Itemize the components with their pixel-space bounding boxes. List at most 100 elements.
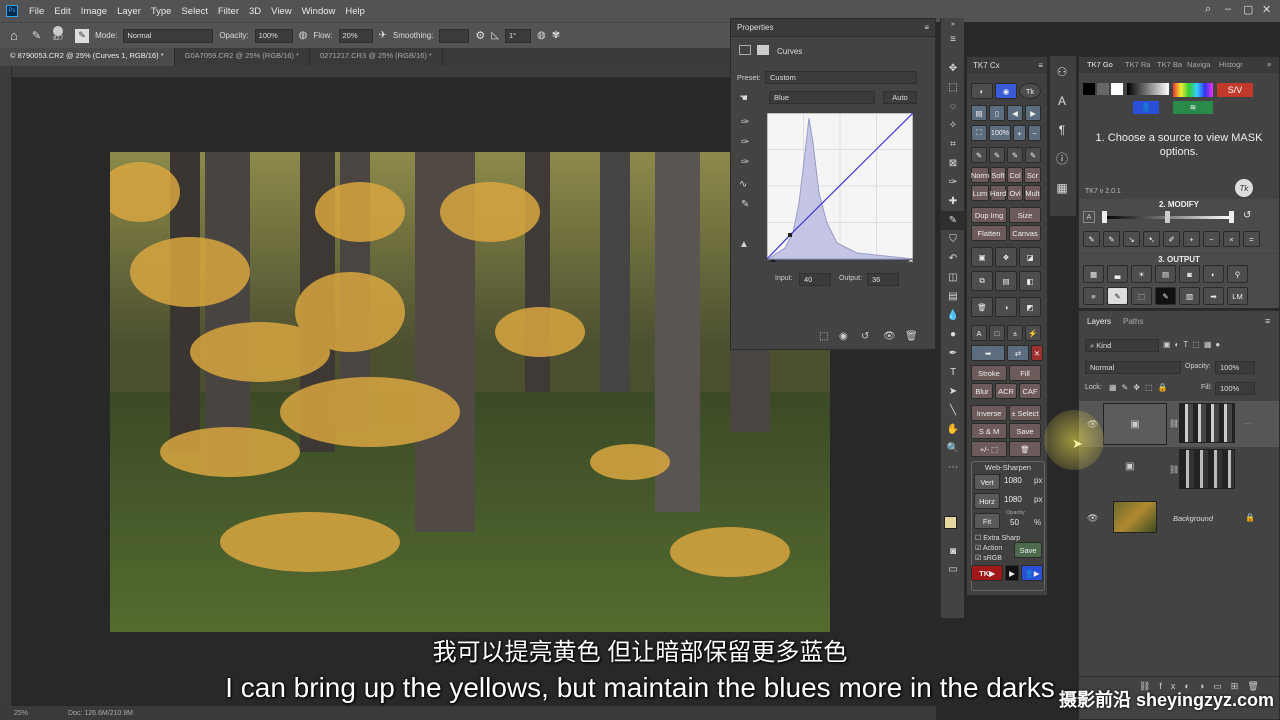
flow-field[interactable]: 20% — [338, 28, 373, 43]
clip-to-layer-icon[interactable]: ⬚ — [819, 331, 828, 342]
gradient-tool-icon[interactable]: ▤ — [941, 287, 965, 306]
smoothing-gear-icon[interactable]: ⚙ — [475, 29, 485, 42]
tk-brush-green-icon[interactable]: ✎ — [1007, 147, 1023, 163]
tk-stroke-button[interactable]: Stroke — [971, 365, 1007, 381]
output-grid-icon[interactable]: ▦ — [1083, 265, 1104, 283]
tk-blend-hard[interactable]: Hard — [990, 185, 1006, 201]
clipping-warning-icon[interactable]: ▲ — [739, 239, 749, 250]
tk-blend-color[interactable]: Col — [1007, 167, 1023, 183]
stamp-tool-icon[interactable]: ⛉ — [941, 230, 965, 249]
background-visibility-eye-icon[interactable]: 👁 — [1087, 513, 1098, 524]
move-tool-icon[interactable]: ✥ — [941, 59, 965, 78]
pressure-opacity-icon[interactable]: ◍ — [299, 30, 308, 41]
tk-zoom-out-icon[interactable]: − — [1028, 125, 1041, 141]
output-dodge-icon[interactable]: ⚲ — [1227, 265, 1248, 283]
eyedropper-black-icon[interactable]: ✑ — [741, 117, 749, 128]
output-image-icon[interactable]: ▨ — [1179, 287, 1200, 305]
tk-brush-black-icon[interactable]: ✎ — [971, 147, 987, 163]
fill-field[interactable]: 100% — [1215, 382, 1255, 395]
search-icon[interactable]: ⌕ — [1205, 3, 1211, 16]
tk-doc-icon[interactable]: ▯ — [989, 105, 1005, 121]
symmetry-icon[interactable]: ✾ — [552, 30, 560, 41]
tk-brush-gray-icon[interactable]: ✎ — [1025, 147, 1041, 163]
tk-cancel-icon[interactable]: ✕ — [1031, 345, 1043, 361]
tab-navigator[interactable]: Naviga — [1187, 60, 1210, 69]
visibility-eye-icon[interactable]: 👁 — [883, 331, 896, 342]
airbrush-icon[interactable]: ✈ — [379, 30, 387, 41]
horz-value[interactable]: 1080 — [1004, 495, 1022, 504]
gradient-swatch[interactable] — [1127, 83, 1169, 95]
marquee-tool-icon[interactable]: ⬚ — [941, 78, 965, 97]
sv-button[interactable]: S/V — [1217, 83, 1253, 97]
output-paint-icon[interactable]: ✎ — [1107, 287, 1128, 305]
tk-user-play-icon[interactable]: 👤▶ — [1021, 565, 1043, 581]
layer-options-icon[interactable]: ⋯ — [1243, 419, 1251, 428]
tab-tk7-ra[interactable]: TK7 Ra — [1125, 60, 1150, 69]
tk-layer-f-icon[interactable]: ◧ — [1019, 271, 1041, 291]
tk-fill-button[interactable]: Fill — [1009, 365, 1041, 381]
tk-deselect-icon[interactable]: +/- ⬚ — [971, 441, 1007, 457]
tk-delete-icon[interactable]: 🗑 — [1009, 441, 1041, 457]
mode-select[interactable]: Normal — [123, 28, 214, 43]
layer-mask-thumb[interactable] — [1179, 403, 1235, 443]
output-histogram-icon[interactable]: ▃ — [1107, 265, 1128, 283]
tk-red-play-button[interactable]: TK ▶ — [971, 565, 1003, 581]
sharpen-save-button[interactable]: Save — [1014, 542, 1042, 558]
quick-mask-icon[interactable]: ◙ — [941, 542, 965, 561]
brush-tool-icon[interactable]: ✎ — [941, 211, 965, 230]
brush-tool-icon[interactable]: ✎ — [32, 29, 41, 42]
tk-colorwheel-icon[interactable]: ◉ — [995, 83, 1017, 99]
menu-type[interactable]: Type — [151, 6, 172, 17]
pen-tool-icon[interactable]: ✒ — [941, 344, 965, 363]
output-mask-icon[interactable]: ◐ — [1203, 265, 1224, 283]
screen-mode-icon[interactable]: ▭ — [941, 560, 965, 579]
output-paint-black-icon[interactable]: ✎ — [1155, 287, 1176, 305]
close-icon[interactable]: ✕ — [1262, 3, 1271, 16]
auto-button[interactable]: Auto — [883, 91, 917, 104]
output-camera-icon[interactable]: ◙ — [1179, 265, 1200, 283]
mask-icon[interactable] — [757, 45, 769, 55]
tk-eraser-icon[interactable]: ◐ — [971, 83, 993, 99]
hand-tool-icon[interactable]: ✋ — [941, 420, 965, 439]
output-menu-icon[interactable]: ≡ — [1083, 287, 1104, 305]
layer-opacity-field[interactable]: 100% — [1215, 361, 1255, 374]
tk-canvas-button[interactable]: Canvas — [1009, 225, 1041, 241]
tk-plus-minus-icon[interactable]: ± — [1007, 325, 1023, 341]
tk-brush-white-icon[interactable]: ✎ — [989, 147, 1005, 163]
minimize-icon[interactable]: – — [1225, 3, 1231, 15]
layer-filter-icons[interactable]: ▣◐T⬚▦● — [1163, 340, 1224, 349]
blend-mode-select[interactable]: Normal — [1085, 361, 1181, 374]
tk-blend-multiply[interactable]: Mult — [1024, 185, 1041, 201]
dodge-tool-icon[interactable]: ● — [941, 325, 965, 344]
tk-blur-button[interactable]: Blur — [971, 383, 993, 399]
eyedropper-white-icon[interactable]: ✑ — [741, 157, 749, 168]
menu-file[interactable]: File — [29, 6, 44, 17]
tk-inverse-button[interactable]: Inverse — [971, 405, 1007, 421]
tab-tk7-ba[interactable]: TK7 Ba — [1157, 60, 1182, 69]
tk-fit-icon[interactable]: ⛶ — [971, 125, 987, 141]
view-previous-icon[interactable]: ◉ — [839, 331, 848, 342]
tk-flatten-button[interactable]: Flatten — [971, 225, 1007, 241]
eraser-tool-icon[interactable]: ◫ — [941, 268, 965, 287]
tk-zoom-button[interactable]: 100% — [989, 125, 1011, 141]
srgb-checkbox[interactable]: ☑ sRGB — [975, 554, 1002, 562]
panel-menu-icon[interactable]: ≡ — [924, 23, 929, 32]
vert-button[interactable]: Vert — [974, 474, 1000, 490]
eyedropper-tool-icon[interactable]: ✑ — [941, 173, 965, 192]
modify-edit-icon[interactable]: ✐ — [1163, 231, 1180, 247]
blur-tool-icon[interactable]: 💧 — [941, 306, 965, 325]
tk-import-icon[interactable]: ➡ — [971, 345, 1005, 361]
lasso-tool-icon[interactable]: ◌ — [941, 97, 965, 116]
curves-graph[interactable] — [767, 113, 913, 263]
output-levels-icon[interactable]: ▤ — [1155, 265, 1176, 283]
tools-menu-icon[interactable]: ≡ — [941, 30, 965, 49]
delete-icon[interactable]: 🗑 — [905, 331, 918, 342]
background-layer-name[interactable]: Background — [1173, 514, 1213, 523]
crop-tool-icon[interactable]: ⌗ — [941, 135, 965, 154]
tk-layer-c-icon[interactable]: ◪ — [1019, 247, 1041, 267]
pencil-draw-icon[interactable]: ✎ — [741, 199, 749, 210]
layer-row-curves[interactable]: 👁 ▣ ⛓ ⋯ — [1079, 401, 1279, 447]
tk-blend-soft[interactable]: Soft — [990, 167, 1006, 183]
frame-tool-icon[interactable]: ⊠ — [941, 154, 965, 173]
pressure-size-icon[interactable]: ◍ — [537, 30, 546, 41]
